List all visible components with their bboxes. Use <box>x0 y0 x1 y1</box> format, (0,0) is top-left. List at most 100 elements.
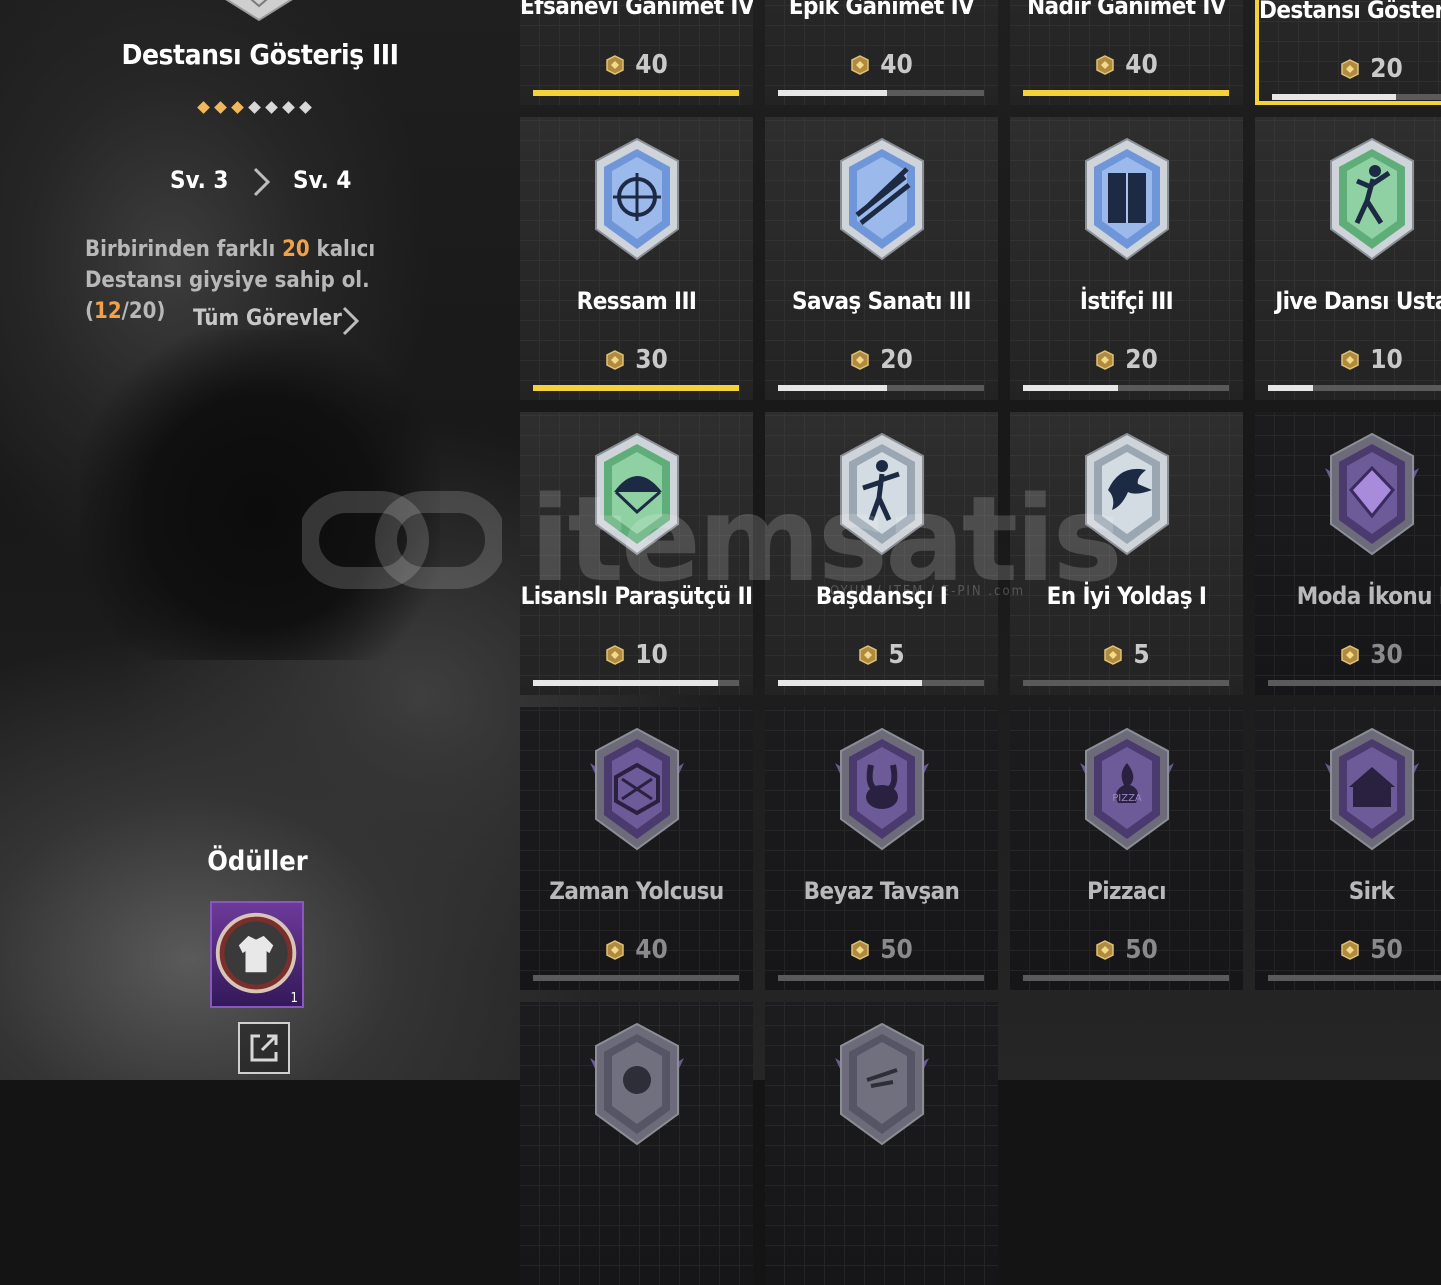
star-empty-icon <box>299 101 312 114</box>
achievement-name: Ressam III <box>576 287 697 315</box>
progress-fill <box>1023 90 1229 96</box>
all-tasks-link[interactable]: Tüm Görevler <box>193 306 342 331</box>
achievement-name: Efsanevi Ganimet IV <box>520 0 753 20</box>
achievement-point-icon <box>851 940 869 960</box>
points-value: 40 <box>635 50 668 80</box>
achievement-card[interactable]: Başdansçı I5 <box>765 412 998 695</box>
achievement-name: Moda İkonu I <box>1296 582 1441 610</box>
next-level: Sv. 4 <box>293 166 352 194</box>
achievement-card[interactable]: Ressam III 30 <box>520 117 753 400</box>
points-value: 20 <box>880 345 913 375</box>
desc-target: 20 <box>282 237 310 262</box>
achievement-card[interactable]: İstifçi III 20 <box>1010 117 1243 400</box>
chevron-right-icon[interactable] <box>340 305 362 337</box>
progress-bar <box>533 90 739 96</box>
progress-bar <box>533 975 739 981</box>
dancer-icon <box>1329 137 1414 261</box>
achievement-card[interactable]: Jive Dansı Ustası 10 <box>1255 117 1441 400</box>
progress-bar <box>1023 975 1229 981</box>
progress-bar <box>778 90 984 96</box>
reward-item[interactable]: 1 <box>210 901 304 1008</box>
achievement-point-icon <box>859 645 878 665</box>
points-value: 40 <box>1125 50 1158 80</box>
watermark-sub-1: OYUN / ITEM / E-PIN <box>830 584 983 599</box>
progress-bar <box>778 385 984 391</box>
eagle-icon <box>1084 432 1169 556</box>
dance-icon <box>839 432 924 556</box>
progress-fill <box>533 385 739 391</box>
achievement-card[interactable]: Efsanevi Ganimet IV 40 <box>520 0 753 105</box>
achievement-points: 40 <box>520 50 753 80</box>
achievement-title: Destansı Gösteriş III <box>121 38 399 71</box>
progress-fill <box>1268 385 1314 391</box>
achievement-name: Sirk <box>1348 877 1395 905</box>
achievement-points: 5 <box>765 640 998 670</box>
level-progress: Sv. 3 Sv. 4 <box>170 166 370 200</box>
achievement-card[interactable]: Destansı Gösteriş III 20 <box>1255 0 1441 105</box>
achievement-card[interactable]: Zaman Yolcusu 40 <box>520 707 753 990</box>
achievement-point-icon <box>851 350 869 370</box>
locker-icon <box>1084 137 1169 261</box>
progress-bar <box>533 385 739 391</box>
share-icon <box>250 1034 278 1062</box>
achievement-card[interactable]: PIZZA Pizzacı 50 <box>1010 707 1243 990</box>
achievement-badge-icon <box>225 0 293 22</box>
achievement-name: Pizzacı <box>1087 877 1167 905</box>
points-value: 20 <box>1370 54 1403 84</box>
achievement-points: 30 <box>1255 640 1441 670</box>
achievement-points: 50 <box>765 935 998 965</box>
achievement-card[interactable]: Beyaz Tavşan 50 <box>765 707 998 990</box>
achievement-point-icon <box>606 55 624 75</box>
achievement-name: Destansı Gösteriş III <box>1259 0 1441 24</box>
achievement-detail-panel: Destansı Gösteriş III Sv. 3 Sv. 4 Birbir… <box>0 0 520 1080</box>
achievement-points: 50 <box>1255 935 1441 965</box>
gem-icon <box>1324 432 1419 556</box>
circus-tent-icon <box>1324 727 1419 851</box>
achievement-card[interactable]: Savaş Sanatı III 20 <box>765 117 998 400</box>
achievement-point-icon <box>1096 940 1114 960</box>
progress-bar <box>1023 680 1229 686</box>
jacket-icon <box>215 912 297 994</box>
desc-total: /20) <box>121 299 166 324</box>
achievement-point-icon <box>606 940 624 960</box>
skull-icon <box>589 1022 684 1146</box>
progress-bar <box>1268 975 1441 981</box>
achievement-point-icon <box>1341 645 1359 665</box>
points-value: 40 <box>880 50 913 80</box>
points-value: 5 <box>888 640 905 670</box>
parachute-icon <box>594 432 679 556</box>
pizza-label: PIZZA <box>1112 793 1142 804</box>
achievement-card[interactable]: Lisanslı Paraşütçü II 10 <box>520 412 753 695</box>
rewards-title: Ödüller <box>207 846 308 877</box>
achievement-card[interactable] <box>520 1002 753 1285</box>
achievement-card[interactable]: Nadir Ganimet IV 40 <box>1010 0 1243 105</box>
achievement-name: Epik Ganimet IV <box>788 0 975 20</box>
progress-fill <box>533 90 739 96</box>
achievement-point-icon <box>1341 940 1359 960</box>
achievement-card[interactable]: Sirk 50 <box>1255 707 1441 990</box>
achievement-points: 10 <box>520 640 753 670</box>
achievement-card[interactable]: Moda İkonu I 30 <box>1255 412 1441 695</box>
achievement-card[interactable] <box>765 1002 998 1285</box>
achievement-card[interactable]: En İyi Yoldaş I 5 <box>1010 412 1243 695</box>
achievement-point-icon <box>606 350 624 370</box>
achievement-card[interactable]: Epik Ganimet IV 40 <box>765 0 998 105</box>
achievement-points: 20 <box>765 345 998 375</box>
desc-current: 12 <box>94 299 122 324</box>
achievement-points: 30 <box>520 345 753 375</box>
achievement-points: 40 <box>520 935 753 965</box>
progress-bar <box>778 975 984 981</box>
achievement-point-icon <box>1096 55 1114 75</box>
hourglass-icon <box>589 727 684 851</box>
spray-crosshair-icon <box>594 137 679 261</box>
points-value: 5 <box>1133 640 1150 670</box>
points-value: 10 <box>1370 345 1403 375</box>
progress-fill <box>778 90 888 96</box>
achievement-name: Jive Dansı Ustası <box>1275 287 1441 315</box>
points-value: 50 <box>1370 935 1403 965</box>
watermark-subtext: OYUN / ITEM / E-PIN .com <box>830 584 1025 599</box>
progress-bar <box>1272 94 1441 100</box>
rabbit-icon <box>834 727 929 851</box>
share-button[interactable] <box>238 1022 290 1074</box>
progress-fill <box>533 680 719 686</box>
